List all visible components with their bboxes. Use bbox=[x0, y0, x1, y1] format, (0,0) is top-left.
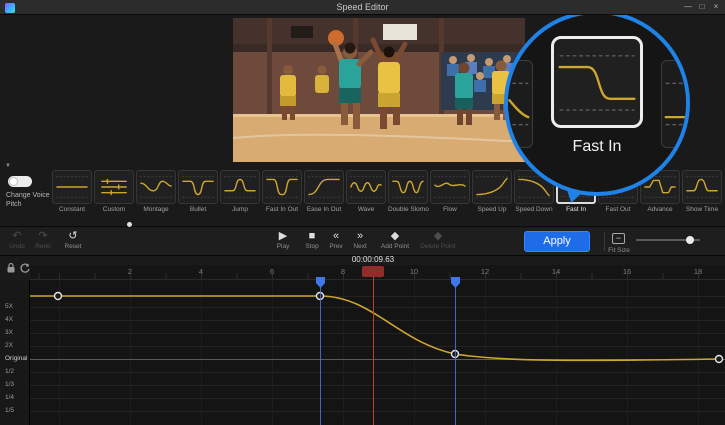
toolbar: ↶ Undo ↷ Redo ↺ Reset ▶ Play ■ Stop « Pr… bbox=[0, 228, 725, 256]
preset-show-time[interactable]: Show Time bbox=[682, 170, 722, 213]
preset-thumbnail bbox=[94, 170, 134, 204]
ruler-number: 2 bbox=[123, 267, 137, 276]
ruler-number: 14 bbox=[549, 267, 563, 276]
control-point[interactable] bbox=[716, 356, 723, 363]
prev-icon: « bbox=[333, 230, 339, 242]
playhead-line bbox=[373, 277, 374, 425]
loop-icon[interactable] bbox=[19, 262, 31, 274]
title-bar: Speed Editor — □ × bbox=[0, 0, 725, 15]
preset-thumbnail bbox=[682, 170, 722, 204]
stop-icon: ■ bbox=[309, 230, 316, 242]
ruler-number: 4 bbox=[194, 267, 208, 276]
video-preview bbox=[233, 18, 525, 162]
preset-bullet[interactable]: Bullet bbox=[178, 170, 218, 213]
keyframe-line bbox=[320, 277, 321, 425]
undo-button[interactable]: ↶ Undo bbox=[4, 230, 30, 250]
next-button[interactable]: » Next bbox=[348, 230, 372, 250]
preset-wave[interactable]: Wave bbox=[346, 170, 386, 213]
preview-scene bbox=[233, 18, 525, 162]
preset-scroll-indicator[interactable] bbox=[127, 222, 132, 227]
next-icon: » bbox=[357, 230, 363, 242]
speed-curve bbox=[0, 280, 725, 425]
preset-constant[interactable]: Constant bbox=[52, 170, 92, 213]
preset-thumbnail bbox=[472, 170, 512, 204]
preset-flow[interactable]: Flow bbox=[430, 170, 470, 213]
ruler-number: 18 bbox=[691, 267, 705, 276]
preset-jump[interactable]: Jump bbox=[220, 170, 260, 213]
neighbor-preset-partial bbox=[661, 60, 690, 148]
control-point[interactable] bbox=[55, 293, 62, 300]
voice-pitch-toggle[interactable] bbox=[8, 176, 32, 187]
ruler-number: 6 bbox=[265, 267, 279, 276]
playhead-handle[interactable] bbox=[362, 266, 384, 277]
add-point-icon: ◆ bbox=[391, 230, 399, 242]
preset-double-slomo[interactable]: Double Slomo bbox=[388, 170, 428, 213]
preset-thumbnail bbox=[136, 170, 176, 204]
preset-thumbnail bbox=[388, 170, 428, 204]
ruler-number: 16 bbox=[620, 267, 634, 276]
lock-icon[interactable] bbox=[6, 262, 16, 274]
fit-size-label: Fit Size bbox=[602, 247, 636, 254]
fast-in-curve bbox=[560, 67, 635, 99]
maximize-icon[interactable]: □ bbox=[695, 0, 709, 14]
minimize-icon[interactable]: — bbox=[681, 0, 695, 14]
close-icon[interactable]: × bbox=[709, 0, 723, 14]
preset-custom[interactable]: Custom bbox=[94, 170, 134, 213]
undo-icon: ↶ bbox=[12, 230, 21, 242]
magnified-preset-thumbnail bbox=[551, 36, 643, 128]
preset-thumbnail bbox=[262, 170, 302, 204]
magnified-preset-label: Fast In bbox=[508, 138, 686, 156]
divider bbox=[0, 226, 725, 227]
reset-icon: ↺ bbox=[68, 230, 77, 242]
preset-thumbnail bbox=[346, 170, 386, 204]
collapse-presets-icon[interactable]: ▼ bbox=[5, 163, 11, 169]
toggle-knob bbox=[9, 177, 18, 186]
apply-button[interactable]: Apply bbox=[524, 231, 590, 252]
preset-ease-in-out[interactable]: Ease In Out bbox=[304, 170, 344, 213]
play-button[interactable]: ▶ Play bbox=[268, 230, 298, 250]
ruler-number: 12 bbox=[478, 267, 492, 276]
ruler-number: 10 bbox=[407, 267, 421, 276]
delete-point-button[interactable]: ◆ Delete Point bbox=[414, 230, 462, 250]
ruler-number: 8 bbox=[336, 267, 350, 276]
preset-thumbnail bbox=[430, 170, 470, 204]
window-title: Speed Editor bbox=[0, 2, 725, 12]
delete-point-icon: ◆ bbox=[434, 230, 442, 242]
stop-button[interactable]: ■ Stop bbox=[298, 230, 326, 250]
keyframe-line bbox=[455, 277, 456, 425]
preset-thumbnail bbox=[178, 170, 218, 204]
speed-curve-path bbox=[30, 296, 722, 360]
current-time: 00:00:09.63 bbox=[338, 255, 408, 264]
preset-thumbnail bbox=[52, 170, 92, 204]
zoom-out-icon[interactable]: − bbox=[612, 233, 625, 244]
zoom-slider[interactable] bbox=[636, 239, 700, 241]
prev-button[interactable]: « Prev bbox=[324, 230, 348, 250]
redo-button[interactable]: ↷ Redo bbox=[30, 230, 56, 250]
preset-speed-up[interactable]: Speed Up bbox=[472, 170, 512, 213]
preset-thumbnail bbox=[220, 170, 260, 204]
speed-editor-window: Speed Editor — □ × bbox=[0, 0, 725, 425]
play-icon: ▶ bbox=[279, 230, 287, 242]
magnifier-callout: Fast In bbox=[504, 10, 690, 196]
redo-icon: ↷ bbox=[38, 230, 47, 242]
zoom-slider-knob[interactable] bbox=[686, 236, 694, 244]
reset-button[interactable]: ↺ Reset bbox=[58, 230, 88, 250]
preset-montage[interactable]: Montage bbox=[136, 170, 176, 213]
neighbor-preset-partial bbox=[504, 60, 533, 148]
voice-pitch-label: Change Voice Pitch bbox=[6, 191, 58, 209]
add-point-button[interactable]: ◆ Add Point bbox=[376, 230, 414, 250]
preset-thumbnail bbox=[304, 170, 344, 204]
preset-fast-in-out[interactable]: Fast In Out bbox=[262, 170, 302, 213]
